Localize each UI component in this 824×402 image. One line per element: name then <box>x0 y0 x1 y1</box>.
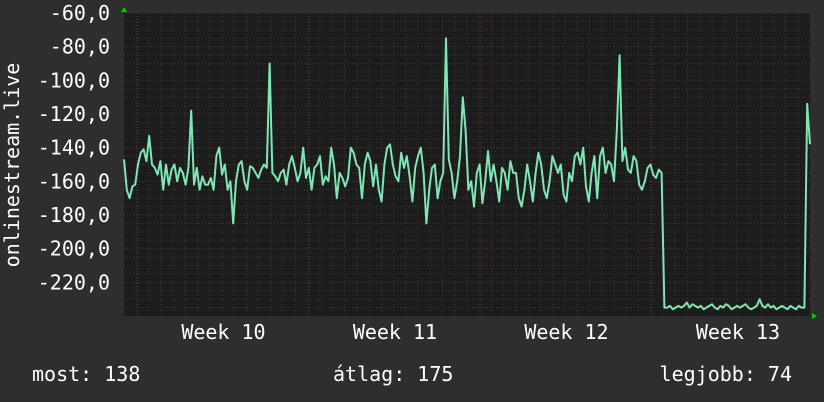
y-axis-arrow <box>121 7 127 12</box>
best-value-stat: legjobb: 74 <box>659 362 792 386</box>
y-tick-labels: -60,0 -80,0 -100,0 -120,0 -140,0 -160,0 -180,0… <box>38 1 110 294</box>
x-axis-arrow <box>812 313 817 319</box>
chart: -60,0 -80,0 -100,0 -120,0 -140,0 -160,0 -180,0… <box>0 0 824 402</box>
current-value-stat: most: 138 <box>32 362 141 386</box>
y-tick-label: -200,0 <box>38 237 110 261</box>
y-tick-label: -80,0 <box>50 35 110 59</box>
x-tick-label: Week 12 <box>524 320 608 344</box>
y-tick-label: -100,0 <box>38 68 110 92</box>
x-tick-label: Week 11 <box>353 320 437 344</box>
y-tick-label: -120,0 <box>38 102 110 126</box>
y-tick-label: -60,0 <box>50 1 110 25</box>
x-tick-label: Week 10 <box>181 320 265 344</box>
y-tick-label: -220,0 <box>38 270 110 294</box>
x-tick-label: Week 13 <box>696 320 780 344</box>
y-tick-label: -180,0 <box>38 203 110 227</box>
x-tick-labels: Week 10 Week 11 Week 12 Week 13 <box>181 320 780 344</box>
y-axis-label: onlinestream.live <box>0 63 24 268</box>
average-value-stat: átlag: 175 <box>333 362 454 386</box>
y-tick-label: -140,0 <box>38 136 110 160</box>
y-tick-label: -160,0 <box>38 169 110 193</box>
chart-svg: -60,0 -80,0 -100,0 -120,0 -140,0 -160,0 -180,0… <box>0 1 817 344</box>
